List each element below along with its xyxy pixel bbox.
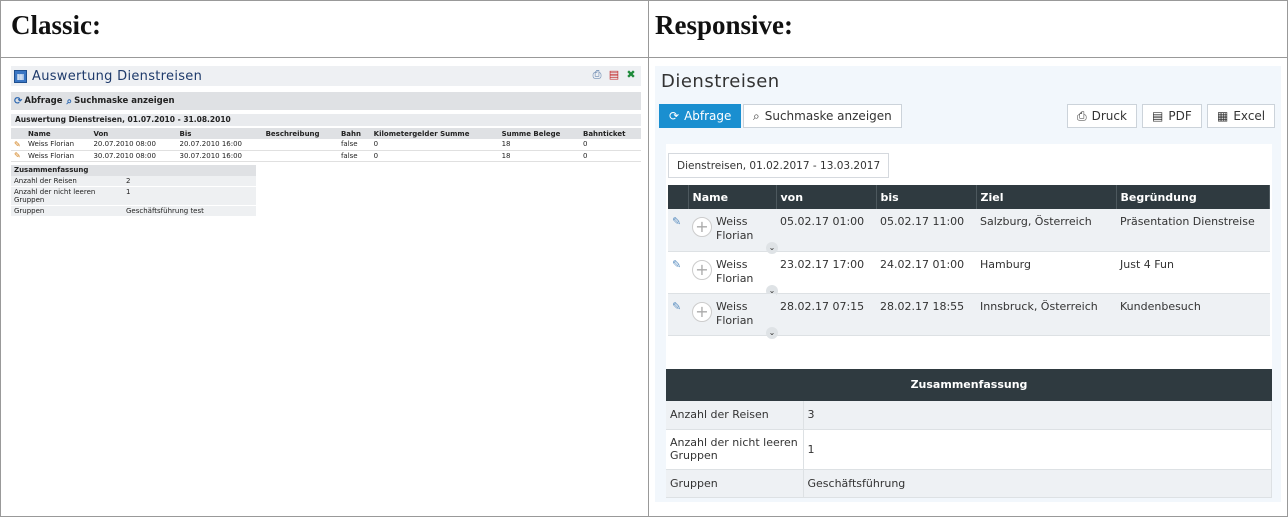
table-row: ✎ + Weiss Florian ⌄ 23.02.17 17:00 24.02.17… bbox=[668, 251, 1270, 297]
edit-icon[interactable]: ✎ bbox=[672, 215, 681, 228]
date-range-label: Dienstreisen, 01.02.2017 - 13.03.2017 bbox=[668, 153, 890, 178]
chevron-down-icon[interactable]: ⌄ bbox=[766, 326, 778, 339]
excel-button[interactable]: ▦ Excel bbox=[1207, 104, 1276, 128]
table-row: ✎ + Weiss Florian ⌄ 05.02.17 01:00 05.02.17… bbox=[668, 209, 1270, 254]
col-header[interactable]: Name bbox=[688, 185, 777, 209]
refresh-icon: ⟳ bbox=[14, 95, 23, 107]
edit-icon[interactable]: ✎ bbox=[14, 140, 21, 149]
classic-toolbar: ⟳ Abfrage ⌕ Suchmaske anzeigen bbox=[11, 92, 641, 110]
table-row: ✎ Weiss Florian 30.07.2010 08:00 30.07.2… bbox=[11, 150, 641, 162]
edit-icon[interactable]: ✎ bbox=[672, 300, 681, 313]
classic-summary: Zusammenfassung Anzahl der Reisen 2 Anzah… bbox=[11, 164, 256, 217]
col-header[interactable]: Kilometergelder Summe bbox=[370, 128, 499, 139]
header-divider bbox=[0, 57, 1288, 58]
table-row: ✎ + Weiss Florian ⌄ 28.02.17 07:15 28.02.17… bbox=[668, 293, 1270, 339]
col-header[interactable]: Begründung bbox=[1116, 185, 1270, 209]
magnifier-icon: ⌕ bbox=[66, 95, 73, 107]
query-button[interactable]: ⟳ Abfrage bbox=[659, 104, 742, 128]
classic-panel: ▦ Auswertung Dienstreisen ⎙ ▤ ✖ ⟳ Abfrage… bbox=[11, 66, 641, 217]
print-icon[interactable]: ⎙ bbox=[591, 69, 603, 81]
responsive-title: Dienstreisen bbox=[661, 71, 780, 92]
col-header[interactable]: von bbox=[776, 185, 877, 209]
col-header[interactable]: Name bbox=[25, 128, 91, 139]
search-mask-button[interactable]: ⌕ Suchmaske anzeigen bbox=[743, 104, 902, 128]
classic-table: Name Von Bis Beschreibung Bahn Kilometer… bbox=[11, 128, 641, 162]
report-icon: ▦ bbox=[14, 69, 27, 83]
refresh-icon: ⟳ bbox=[669, 109, 680, 123]
col-header[interactable]: Ziel bbox=[976, 185, 1117, 209]
col-header[interactable]: Bahn bbox=[337, 128, 371, 139]
expand-icon[interactable]: + bbox=[692, 217, 712, 237]
trips-table: Name von bis Ziel Begründung ✎ + Weiss Flo… bbox=[668, 185, 1270, 339]
col-header[interactable]: Beschreibung bbox=[262, 128, 338, 139]
classic-title: Auswertung Dienstreisen bbox=[32, 68, 203, 84]
classic-titlebar: ▦ Auswertung Dienstreisen ⎙ ▤ ✖ bbox=[11, 66, 641, 86]
edit-icon[interactable]: ✎ bbox=[672, 258, 681, 271]
classic-heading: Classic: bbox=[11, 10, 101, 40]
summary-table: Anzahl der Reisen 3 Anzahl der nicht leer… bbox=[666, 401, 1272, 498]
classic-query-label: Abfrage bbox=[24, 96, 63, 106]
summary-title: Zusammenfassung bbox=[11, 164, 256, 176]
expand-icon[interactable]: + bbox=[692, 259, 712, 280]
edit-icon[interactable]: ✎ bbox=[14, 151, 21, 160]
col-header[interactable]: Von bbox=[90, 128, 177, 139]
print-button[interactable]: ⎙ Druck bbox=[1067, 104, 1137, 128]
classic-subtitle: Auswertung Dienstreisen, 01.07.2010 - 31… bbox=[11, 114, 641, 126]
classic-search-mask-button[interactable]: ⌕ Suchmaske anzeigen bbox=[67, 96, 175, 107]
col-header[interactable]: Summe Belege bbox=[498, 128, 580, 139]
responsive-heading: Responsive: bbox=[655, 10, 794, 40]
pdf-button[interactable]: ▤ PDF bbox=[1142, 104, 1202, 128]
pdf-file-icon: ▤ bbox=[1152, 109, 1164, 123]
printer-icon: ⎙ bbox=[1077, 108, 1087, 123]
table-row: ✎ Weiss Florian 20.07.2010 08:00 20.07.2… bbox=[11, 139, 641, 151]
excel-file-icon: ▦ bbox=[1217, 109, 1229, 123]
col-header[interactable]: Bahnticket bbox=[580, 128, 641, 139]
expand-icon[interactable]: + bbox=[692, 301, 712, 322]
col-header[interactable]: Bis bbox=[176, 128, 263, 139]
classic-search-mask-label: Suchmaske anzeigen bbox=[74, 96, 175, 106]
pdf-icon[interactable]: ▤ bbox=[608, 69, 620, 81]
search-icon: ⌕ bbox=[753, 108, 760, 123]
summary-header: Zusammenfassung bbox=[666, 369, 1272, 401]
responsive-panel: Dienstreisen ⟳ Abfrage ⌕ Suchmaske anzeige… bbox=[655, 66, 1281, 502]
classic-query-button[interactable]: ⟳ Abfrage bbox=[14, 96, 63, 107]
excel-icon[interactable]: ✖ bbox=[625, 69, 637, 81]
col-header[interactable]: bis bbox=[876, 185, 977, 209]
column-divider bbox=[648, 0, 649, 517]
